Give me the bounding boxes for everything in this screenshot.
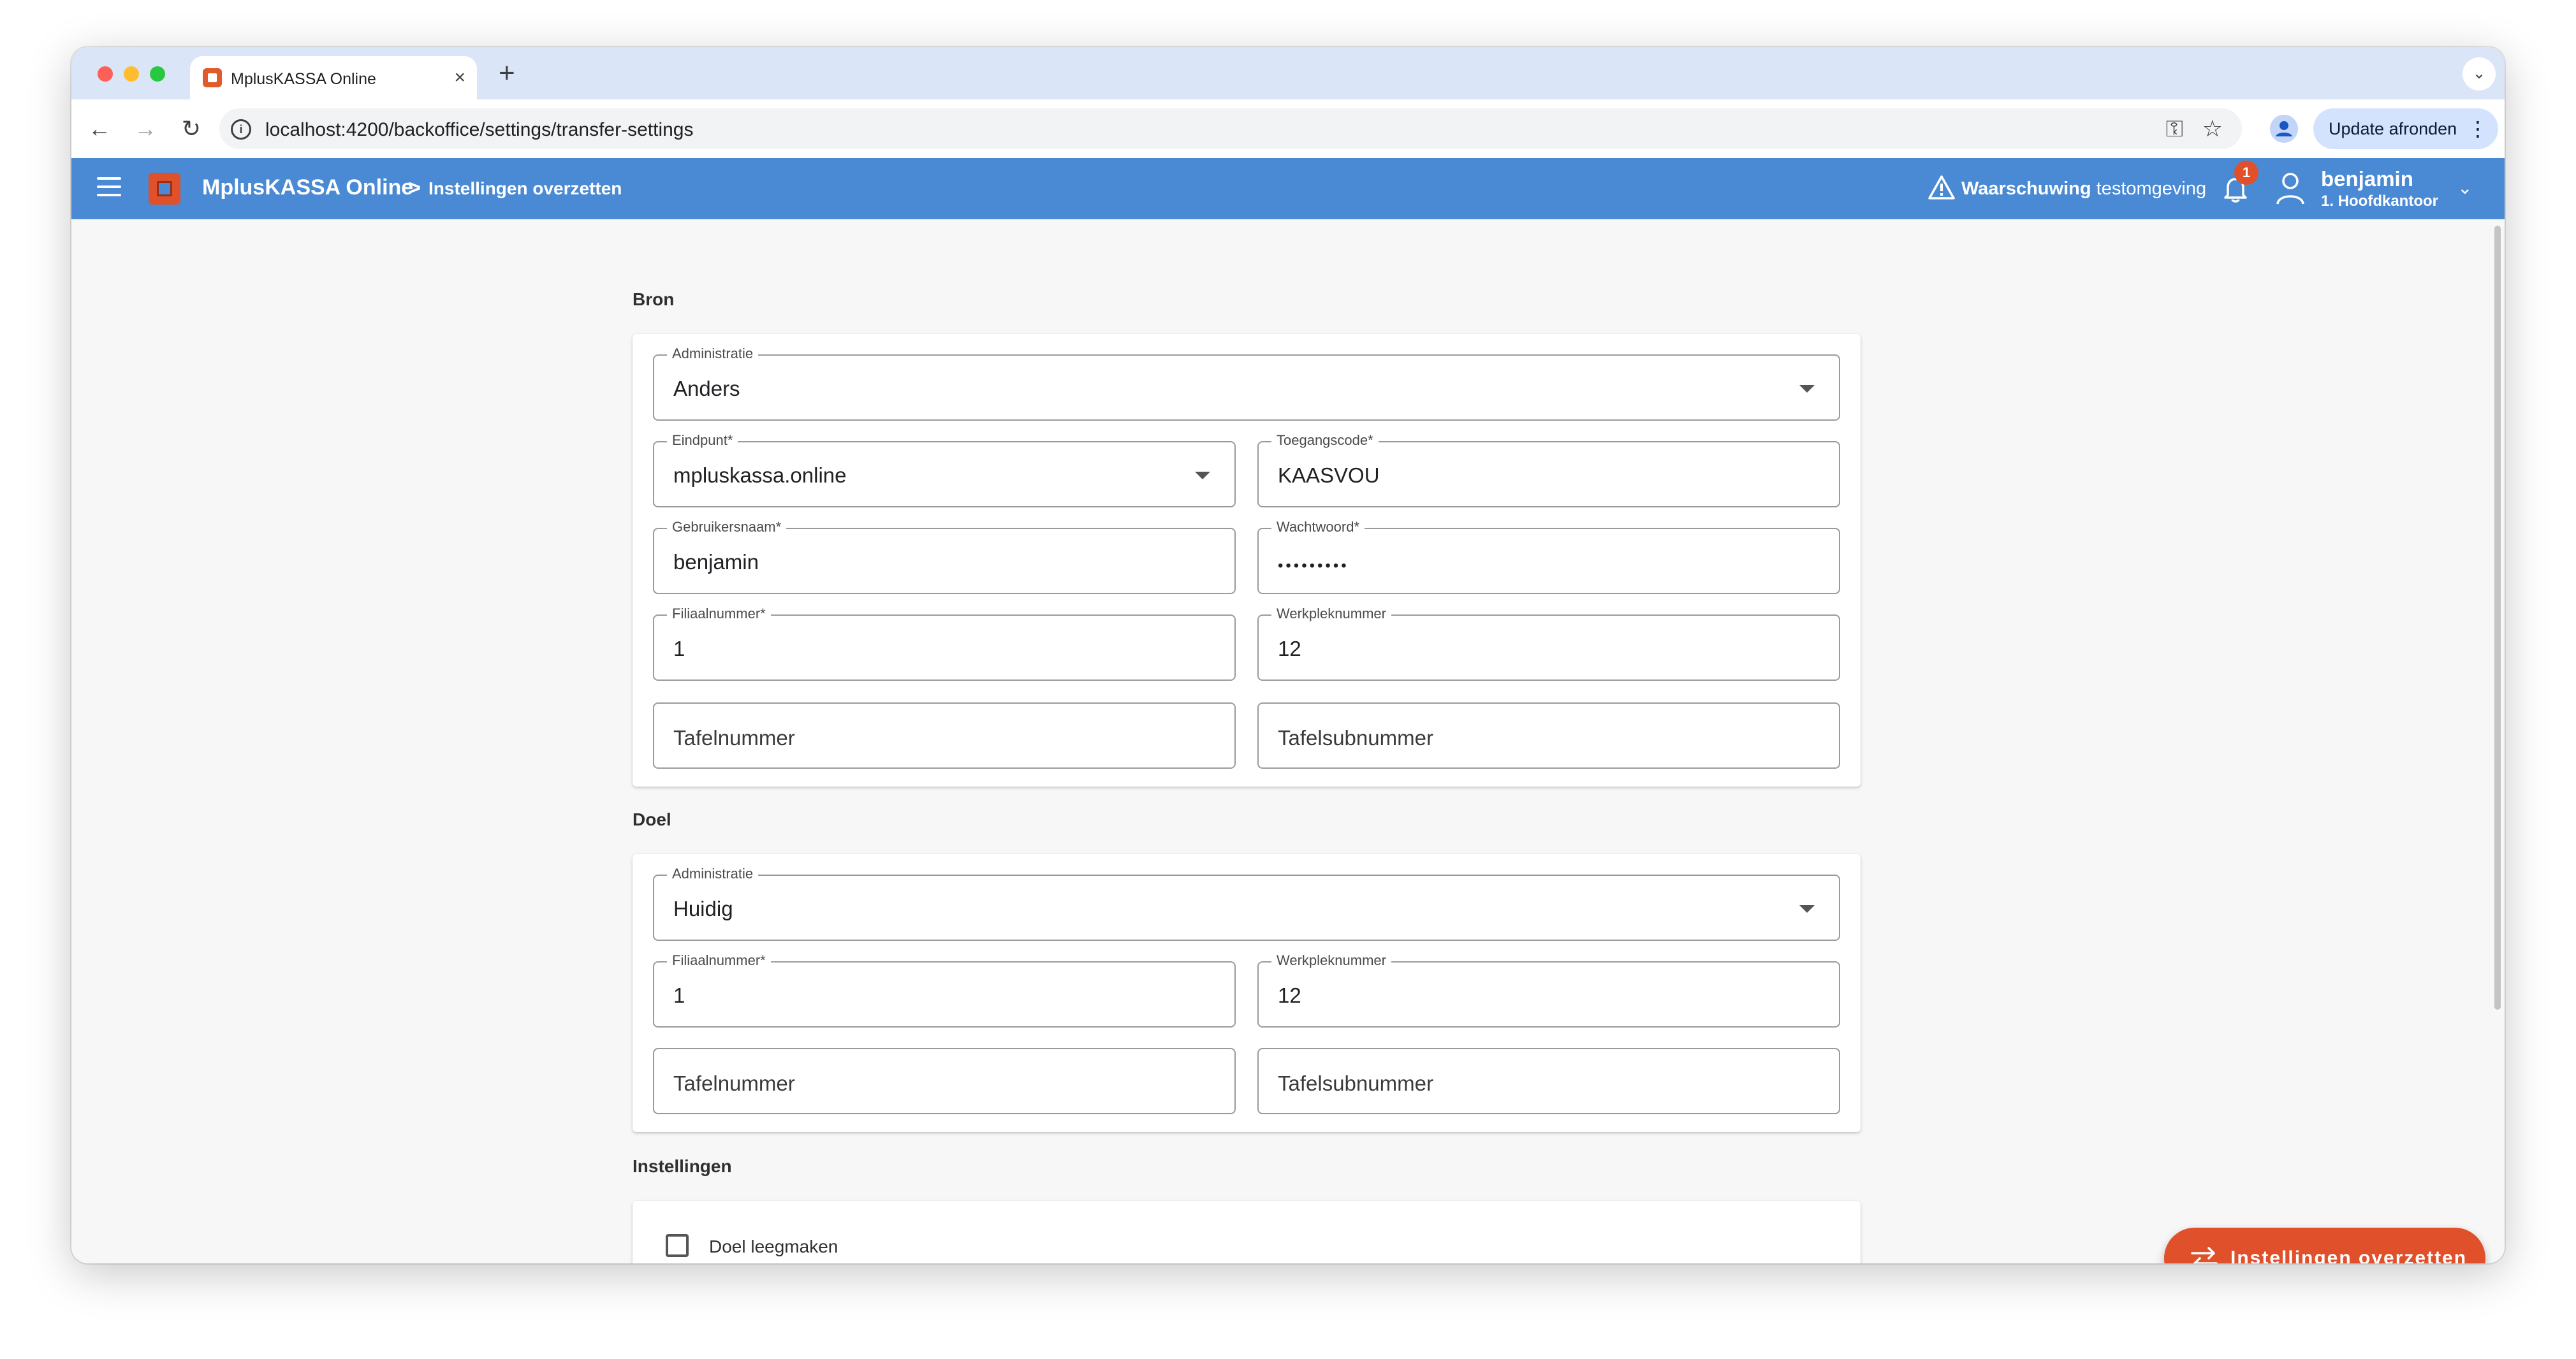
transfer-arrows-icon <box>2191 1247 2218 1263</box>
user-name[interactable]: benjamin <box>2321 167 2413 191</box>
source-wachtwoord-input[interactable]: Wachtwoord* ••••••••• <box>1257 519 1840 594</box>
section-title-source: Bron <box>633 289 675 309</box>
field-label: Werkpleknummer <box>1271 952 1391 969</box>
close-window-button[interactable] <box>98 66 113 82</box>
source-tafelsubnummer-input[interactable]: Tafelsubnummer <box>1257 702 1840 769</box>
dropdown-arrow-icon[interactable] <box>1799 905 1815 913</box>
field-value: KAASVOU <box>1278 463 1380 487</box>
target-filiaalnummer-input[interactable]: Filiaalnummer* 1 <box>653 952 1236 1028</box>
source-filiaalnummer-input[interactable]: Filiaalnummer* 1 <box>653 606 1236 681</box>
source-eindpunt-select[interactable]: Eindpunt* mpluskassa.online <box>653 432 1236 507</box>
target-tafelnummer-input[interactable]: Tafelnummer <box>653 1048 1236 1114</box>
field-label: Gebruikersnaam* <box>667 519 787 535</box>
source-toegangscode-input[interactable]: Toegangscode* KAASVOU <box>1257 432 1840 507</box>
field-placeholder: Tafelsubnummer <box>1278 1072 1433 1095</box>
warning-text: testomgeving <box>2091 178 2207 199</box>
warning-icon <box>1928 175 1955 200</box>
new-tab-button[interactable]: + <box>499 57 515 89</box>
maximize-window-button[interactable] <box>150 66 165 82</box>
minimize-window-button[interactable] <box>124 66 139 82</box>
source-tafelnummer-input[interactable]: Tafelnummer <box>653 702 1236 769</box>
transfer-settings-button[interactable]: Instellingen overzetten <box>2164 1228 2485 1263</box>
clear-target-checkbox[interactable] <box>666 1234 689 1257</box>
environment-warning: Waarschuwing testomgeving <box>1961 178 2206 200</box>
update-label: Update afronden <box>2329 119 2457 138</box>
field-label: Wachtwoord* <box>1271 519 1365 535</box>
browser-toolbar: ← → ↻ i localhost:4200/backoffice/settin… <box>71 99 2505 158</box>
breadcrumb-current: Instellingen overzetten <box>428 178 622 198</box>
field-value: 1 <box>673 637 685 660</box>
notification-badge[interactable]: 1 <box>2234 161 2258 185</box>
tab-search-button[interactable]: ⌄ <box>2463 57 2496 91</box>
tab-close-icon[interactable]: × <box>454 67 465 89</box>
field-placeholder: Tafelnummer <box>673 726 795 750</box>
forward-button[interactable]: → <box>130 113 161 144</box>
field-value: benjamin <box>673 550 759 574</box>
target-werkpleknummer-input[interactable]: Werkpleknummer 12 <box>1257 952 1840 1028</box>
app-header: MplusKASSA Online > Instellingen overzet… <box>71 158 2505 219</box>
dropdown-arrow-icon[interactable] <box>1799 385 1815 393</box>
field-label: Werkpleknummer <box>1271 606 1391 622</box>
browser-window: MplusKASSA Online × + ⌄ ← → ↻ i localhos… <box>71 47 2505 1263</box>
clear-target-label[interactable]: Doel leegmaken <box>709 1237 838 1257</box>
field-value: 12 <box>1278 984 1301 1007</box>
site-info-icon[interactable]: i <box>231 119 251 140</box>
app-logo-icon <box>149 173 180 205</box>
tab-strip: MplusKASSA Online × + ⌄ <box>71 47 2505 99</box>
profile-avatar-icon[interactable] <box>2270 115 2298 143</box>
section-title-settings: Instellingen <box>633 1156 732 1176</box>
favicon-icon <box>203 68 222 87</box>
settings-card: Doel leegmaken <box>633 1201 1861 1263</box>
dropdown-arrow-icon[interactable] <box>1195 472 1210 479</box>
scrollbar-thumb[interactable] <box>2494 226 2501 1010</box>
app-name[interactable]: MplusKASSA Online <box>202 175 413 200</box>
address-bar[interactable]: i localhost:4200/backoffice/settings/tra… <box>219 108 2242 149</box>
field-value: mpluskassa.online <box>673 463 847 487</box>
breadcrumb-chevron-icon: > <box>408 176 421 200</box>
browser-tab-active[interactable]: MplusKASSA Online × <box>190 56 477 99</box>
field-label: Administratie <box>667 345 759 362</box>
update-button[interactable]: Update afronden ⋮ <box>2313 108 2498 149</box>
field-label: Toegangscode* <box>1271 432 1379 449</box>
kebab-menu-icon[interactable]: ⋮ <box>2468 116 2488 142</box>
source-card: Administratie Anders Eindpunt* mpluskass… <box>633 334 1861 787</box>
field-value: Huidig <box>673 897 733 920</box>
user-branch[interactable]: 1. Hoofdkantoor <box>2321 193 2438 210</box>
transfer-settings-label: Instellingen overzetten <box>2230 1247 2468 1263</box>
tab-title: MplusKASSA Online <box>231 70 376 88</box>
section-title-target: Doel <box>633 810 671 829</box>
field-value: 1 <box>673 984 685 1007</box>
target-card: Administratie Huidig Filiaalnummer* 1 We… <box>633 854 1861 1132</box>
field-value: Anders <box>673 377 740 400</box>
field-label: Filiaalnummer* <box>667 606 771 622</box>
field-label: Eindpunt* <box>667 432 738 449</box>
bookmark-star-icon[interactable]: ☆ <box>2202 116 2223 142</box>
target-tafelsubnummer-input[interactable]: Tafelsubnummer <box>1257 1048 1840 1114</box>
target-administratie-select[interactable]: Administratie Huidig <box>653 866 1840 941</box>
warning-bold: Waarschuwing <box>1961 178 2091 199</box>
field-label: Filiaalnummer* <box>667 952 771 969</box>
chevron-down-icon[interactable]: ⌄ <box>2457 177 2472 198</box>
source-administratie-select[interactable]: Administratie Anders <box>653 345 1840 421</box>
field-placeholder: Tafelsubnummer <box>1278 726 1433 750</box>
back-button[interactable]: ← <box>84 113 115 144</box>
source-werkpleknummer-input[interactable]: Werkpleknummer 12 <box>1257 606 1840 681</box>
field-placeholder: Tafelnummer <box>673 1072 795 1095</box>
password-key-icon[interactable]: ⚿ <box>2166 116 2183 142</box>
user-icon[interactable] <box>2275 171 2306 205</box>
menu-icon[interactable] <box>97 177 121 200</box>
url-text[interactable]: localhost:4200/backoffice/settings/trans… <box>265 119 693 141</box>
source-gebruikersnaam-input[interactable]: Gebruikersnaam* benjamin <box>653 519 1236 594</box>
reload-button[interactable]: ↻ <box>176 113 207 144</box>
main-content[interactable]: Bron Administratie Anders Eindpunt* mplu… <box>71 219 2505 1263</box>
field-value: ••••••••• <box>1278 557 1349 574</box>
field-value: 12 <box>1278 637 1301 660</box>
field-label: Administratie <box>667 866 759 882</box>
